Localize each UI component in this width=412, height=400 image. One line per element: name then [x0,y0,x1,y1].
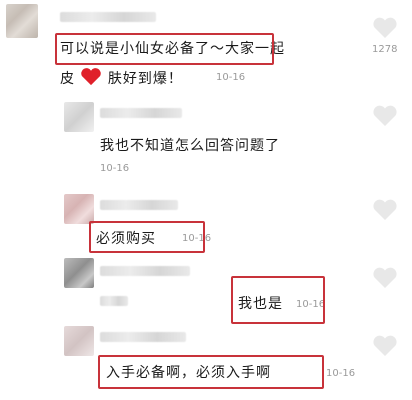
avatar[interactable] [64,194,94,224]
highlight-box [89,221,205,253]
username-blurred [100,108,182,118]
comment-text-line2: 皮 肤好到爆！ [60,68,183,90]
avatar[interactable] [6,4,38,38]
timestamp: 10-16 [326,368,356,379]
timestamp: 10-16 [100,163,130,174]
username-blurred [100,266,190,276]
highlight-box [98,355,324,389]
like-heart-icon[interactable] [372,334,398,358]
like-heart-icon[interactable] [372,198,398,222]
username-blurred [100,200,178,210]
username-blurred [60,12,156,22]
like-heart-icon[interactable] [372,266,398,290]
avatar[interactable] [64,258,94,288]
like-count: 1278 [372,44,398,55]
like-heart-icon[interactable] [372,16,398,40]
avatar[interactable] [64,102,94,132]
highlight-box [231,276,325,324]
comment-text: 我也不知道怎么回答问题了 [100,138,280,154]
timestamp: 10-16 [216,72,246,83]
red-heart-emoji [80,68,102,90]
highlight-box [55,33,274,65]
username-blurred [100,332,186,342]
avatar[interactable] [64,326,94,356]
username-blurred [100,296,128,306]
like-heart-icon[interactable] [372,104,398,128]
